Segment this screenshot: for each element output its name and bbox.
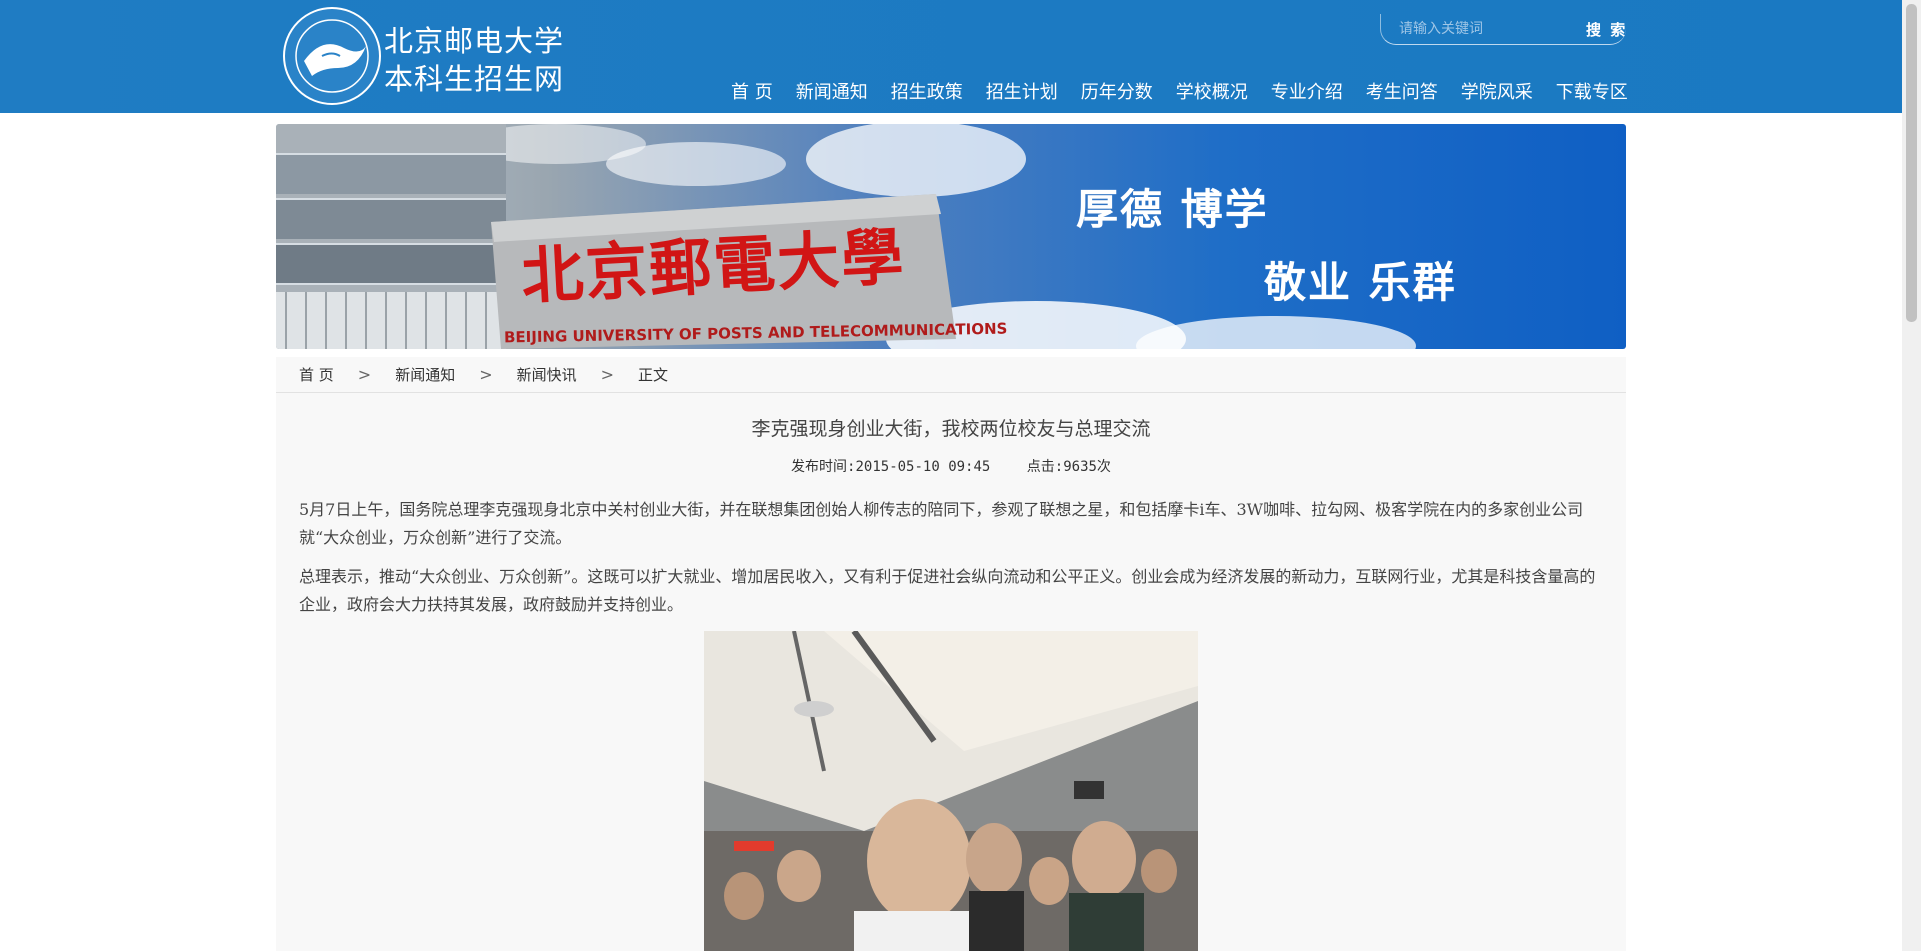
breadcrumb-separator: >: [357, 365, 372, 384]
article-meta: 发布时间:2015-05-10 09:45 点击:9635次: [276, 456, 1626, 476]
breadcrumb-news-flash[interactable]: 新闻快讯: [517, 364, 577, 385]
nav-admission-plan[interactable]: 招生计划: [975, 80, 1069, 113]
breadcrumb-current: 正文: [638, 366, 669, 384]
banner-illustration: [276, 124, 1416, 349]
nav-downloads[interactable]: 下载专区: [1545, 80, 1639, 113]
page-scrollbar[interactable]: [1902, 0, 1921, 951]
nav-school-overview[interactable]: 学校概况: [1165, 80, 1259, 113]
nav-news[interactable]: 新闻通知: [785, 80, 879, 117]
nav-majors[interactable]: 专业介绍: [1260, 80, 1354, 113]
article-paragraph: 5月7日上午，国务院总理李克强现身北京中关村创业大街，并在联想集团创始人柳传志的…: [299, 500, 1584, 547]
nav-past-scores[interactable]: 历年分数: [1070, 80, 1164, 113]
scrollbar-thumb[interactable]: [1906, 4, 1917, 322]
campus-banner: 北京郵電大學 BEIJING UNIVERSITY OF POSTS AND T…: [276, 124, 1626, 349]
article-panel: 首 页 > 新闻通知 > 新闻快讯 > 正文 李克强现身创业大街，我校两位校友与…: [276, 357, 1626, 951]
breadcrumb-home[interactable]: 首 页: [299, 364, 334, 385]
logo-subtitle: 本科生招生网: [384, 62, 565, 96]
search-input[interactable]: [1397, 18, 1581, 40]
article-paragraph: 总理表示，推动“大众创业、万众创新”。这既可以扩大就业、增加居民收入，又有利于促…: [299, 567, 1596, 614]
article-photo: [704, 631, 1198, 951]
logo-title: 北京邮电大学: [384, 24, 565, 58]
university-logo[interactable]: [282, 6, 382, 106]
click-count: 点击:9635次: [1026, 459, 1111, 475]
nav-colleges[interactable]: 学院风采: [1450, 80, 1544, 113]
banner-motto-line2: 敬业 乐群: [1264, 258, 1457, 307]
nav-home[interactable]: 首 页: [720, 80, 784, 113]
breadcrumb-separator: >: [600, 365, 615, 384]
photo-illustration: [704, 631, 1198, 951]
nav-admission-policy[interactable]: 招生政策: [880, 80, 974, 113]
site-header: 北京邮电大学 本科生招生网 搜 索 首 页 新闻通知 招生政策 招生计划 历年分…: [0, 0, 1902, 117]
publish-time: 发布时间:2015-05-10 09:45: [791, 459, 991, 475]
article-title: 李克强现身创业大街，我校两位校友与总理交流: [751, 418, 1151, 440]
breadcrumb-news[interactable]: 新闻通知: [395, 364, 455, 385]
breadcrumb: 首 页 > 新闻通知 > 新闻快讯 > 正文: [276, 357, 1626, 393]
search-button[interactable]: 搜 索: [1586, 19, 1627, 40]
site-logo-text[interactable]: 北京邮电大学 本科生招生网: [384, 22, 564, 98]
banner-motto-line1: 厚德 博学: [1076, 185, 1269, 234]
main-nav: 首 页 新闻通知 招生政策 招生计划 历年分数 学校概况 专业介绍 考生问答 学…: [720, 80, 1640, 117]
breadcrumb-separator: >: [479, 365, 493, 384]
nav-faq[interactable]: 考生问答: [1355, 80, 1449, 113]
